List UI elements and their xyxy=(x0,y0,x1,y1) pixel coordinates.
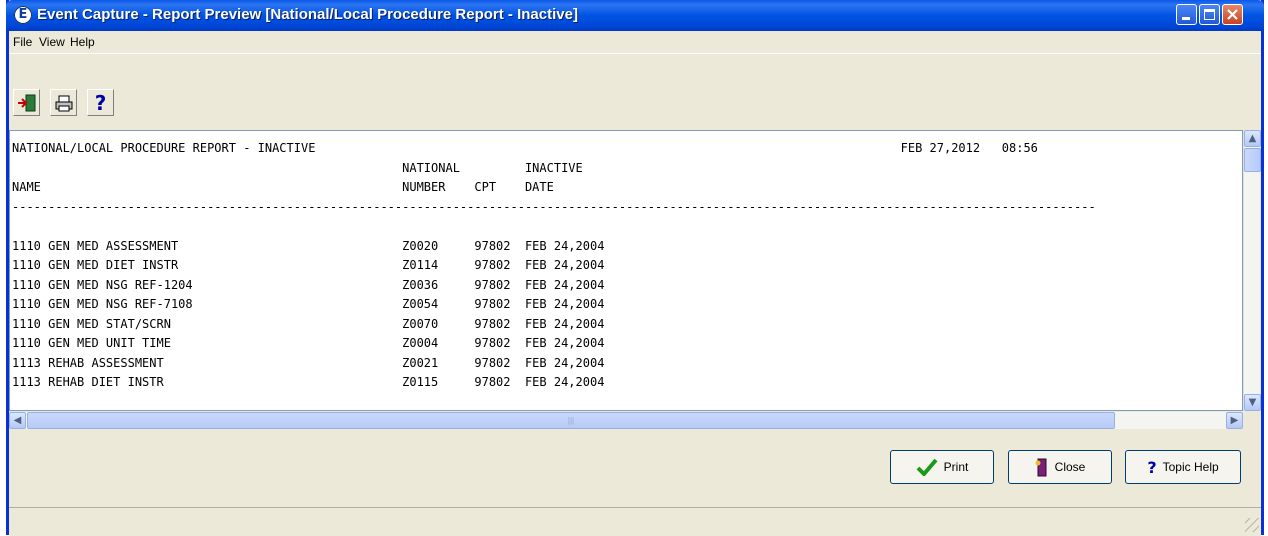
menu-file[interactable]: File xyxy=(13,35,32,49)
menu-view[interactable]: View xyxy=(39,35,65,49)
close-button-label: Close xyxy=(1054,460,1086,474)
vertical-scrollbar[interactable]: ▲ ▼ xyxy=(1243,130,1261,411)
exit-door-icon xyxy=(17,94,35,111)
event-capture-e-icon: E xyxy=(14,6,32,24)
help-question-icon: ? xyxy=(1147,457,1157,477)
report-preview-window: E Event Capture - Report Preview [Nation… xyxy=(6,0,1264,536)
title-bar[interactable]: E Event Capture - Report Preview [Nation… xyxy=(6,0,1264,31)
maximize-button[interactable] xyxy=(1199,4,1220,25)
help-toolbar-button[interactable]: ? xyxy=(87,89,114,116)
topic-help-button-label: Topic Help xyxy=(1162,460,1219,474)
report-text-area[interactable]: NATIONAL/LOCAL PROCEDURE REPORT - INACTI… xyxy=(9,130,1243,411)
status-bar xyxy=(9,507,1261,536)
scroll-down-icon[interactable]: ▼ xyxy=(1244,394,1261,411)
print-toolbar-button[interactable] xyxy=(50,89,77,116)
horizontal-scrollbar[interactable]: ◀ ||| ▶ xyxy=(9,412,1243,429)
horizontal-scroll-thumb[interactable]: ||| xyxy=(27,412,1115,429)
scroll-right-icon[interactable]: ▶ xyxy=(1226,412,1243,429)
maximize-icon xyxy=(1204,9,1215,20)
menu-help[interactable]: Help xyxy=(70,35,95,49)
green-check-icon xyxy=(916,458,938,476)
close-button[interactable]: Close xyxy=(1008,450,1112,484)
minimize-button[interactable] xyxy=(1176,4,1197,25)
toolbar xyxy=(9,53,1261,128)
minimize-icon xyxy=(1182,17,1190,20)
print-button-label: Print xyxy=(943,460,969,474)
scroll-up-icon[interactable]: ▲ xyxy=(1244,130,1261,147)
close-x-icon xyxy=(1227,9,1238,20)
print-button[interactable]: Print xyxy=(890,450,994,484)
printer-icon xyxy=(55,95,72,111)
menu-bar: File View Help xyxy=(9,31,1261,53)
scroll-left-icon[interactable]: ◀ xyxy=(9,412,26,429)
exit-button[interactable] xyxy=(13,89,40,116)
door-exit-icon xyxy=(1035,458,1047,477)
close-window-button[interactable] xyxy=(1222,4,1243,25)
resize-grip-icon[interactable] xyxy=(1245,518,1259,532)
window-title: Event Capture - Report Preview [National… xyxy=(37,6,578,23)
report-content: NATIONAL/LOCAL PROCEDURE REPORT - INACTI… xyxy=(12,141,1096,389)
topic-help-button[interactable]: ? Topic Help xyxy=(1125,450,1241,484)
question-mark-icon: ? xyxy=(94,90,107,115)
vertical-scroll-thumb[interactable] xyxy=(1244,148,1261,172)
